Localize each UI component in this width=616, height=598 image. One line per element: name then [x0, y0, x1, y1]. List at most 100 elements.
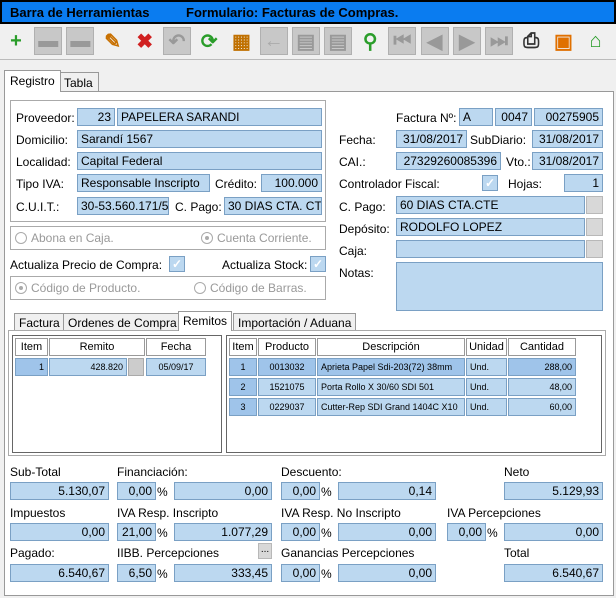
toolbar: + ▬ ▬ ✎ ✖ ↶ ⟳ ▦ ← ▤ ▤ ⚲ ⏮ ◀ ▶ ⏭ ⎙ ▣ ⌂ [0, 24, 616, 60]
notas-textarea[interactable] [396, 262, 603, 311]
productos-cell-cantidad[interactable]: 60,00 [508, 398, 576, 416]
descuento-label: Descuento: [281, 465, 342, 479]
deposito-dropdown-button[interactable] [586, 218, 603, 236]
localidad-field[interactable]: Capital Federal [77, 152, 322, 170]
productos-header-cantidad[interactable]: Cantidad [508, 338, 576, 356]
cai-field[interactable]: 27329260085396 [396, 152, 501, 170]
add-icon[interactable]: + [2, 27, 30, 55]
grid-icon: ▤ [291, 27, 320, 55]
productos-cell-unidad[interactable]: Und. [466, 358, 507, 376]
caja-dropdown-button[interactable] [586, 240, 603, 258]
ganancias-field[interactable]: 0,00 [338, 564, 436, 582]
productos-cell-descripcion[interactable]: Cutter-Rep SDI Grand 1404C X10 [317, 398, 465, 416]
factura-pv-field[interactable]: 0047 [495, 108, 532, 126]
productos-header-item[interactable]: Item [229, 338, 257, 356]
descuento-field[interactable]: 0,14 [338, 482, 436, 500]
cuenta-corriente-radio[interactable]: Cuenta Corriente. [201, 231, 312, 245]
productos-cell-descripcion[interactable]: Porta Rollo X 30/60 SDI 501 [317, 378, 465, 396]
iva-rni-field[interactable]: 0,00 [338, 523, 436, 541]
edit-pencil-icon[interactable]: ✎ [99, 27, 127, 55]
fecha-field[interactable]: 31/08/2017 [396, 130, 467, 148]
back-arrow-icon: ← [259, 27, 288, 55]
productos-cell-item[interactable]: 3 [229, 398, 257, 416]
codigo-producto-radio[interactable]: Código de Producto. [15, 281, 140, 295]
c-pago-right-field[interactable]: 60 DIAS CTA.CTE [396, 196, 585, 214]
iva-percepciones-field[interactable]: 0,00 [504, 523, 603, 541]
productos-cell-cantidad[interactable]: 288,00 [508, 358, 576, 376]
subtab-importacion-aduana[interactable]: Importación / Aduana [233, 313, 357, 331]
c-pago-left-field[interactable]: 30 DIAS CTA. CTE [224, 197, 322, 215]
subdiario-field[interactable]: 31/08/2017 [532, 130, 603, 148]
actualiza-stock-checkbox[interactable]: ✓ [310, 256, 326, 272]
print-icon[interactable]: ⎙ [517, 27, 545, 55]
gift-icon[interactable]: ▣ [549, 27, 577, 55]
abona-caja-radio[interactable]: Abona en Caja. [15, 231, 114, 245]
credito-field[interactable]: 100.000 [261, 174, 322, 192]
productos-cell-producto[interactable]: 0013032 [258, 358, 316, 376]
iva-rni-pct-field[interactable]: 0,00 [281, 523, 320, 541]
cuit-field[interactable]: 30-53.560.171/5 [77, 197, 169, 215]
deposito-field[interactable]: RODOLFO LOPEZ [396, 218, 585, 236]
iva-percepciones-pct-field[interactable]: 0,00 [447, 523, 486, 541]
tipo-iva-field[interactable]: Responsable Inscripto [77, 174, 210, 192]
productos-header-producto[interactable]: Producto [258, 338, 316, 356]
subtab-ordenes-compra[interactable]: Ordenes de Compra [63, 313, 182, 331]
productos-cell-unidad[interactable]: Und. [466, 398, 507, 416]
financiacion-field[interactable]: 0,00 [174, 482, 272, 500]
controlador-fiscal-checkbox[interactable]: ✓ [482, 175, 498, 191]
cuenta-corriente-label: Cuenta Corriente. [217, 231, 312, 245]
financiacion-pct-field[interactable]: 0,00 [117, 482, 156, 500]
iva-ri-pct-field[interactable]: 21,00 [117, 523, 156, 541]
c-pago-dropdown-button[interactable] [586, 196, 603, 214]
delete-save-icon[interactable]: ✖ [131, 27, 159, 55]
fecha-label: Fecha: [339, 133, 376, 147]
codigo-barras-radio[interactable]: Código de Barras. [194, 281, 307, 295]
tab-tabla[interactable]: Tabla [58, 72, 99, 92]
ganancias-pct-field[interactable]: 0,00 [281, 564, 320, 582]
subtab-remitos[interactable]: Remitos [178, 311, 233, 331]
subtotal-label: Sub-Total [10, 465, 61, 479]
remitos-header-fecha[interactable]: Fecha [146, 338, 206, 356]
tab-registro[interactable]: Registro [4, 70, 61, 92]
search-icon[interactable]: ⚲ [356, 27, 384, 55]
factura-tipo-field[interactable]: A [459, 108, 493, 126]
film-icon[interactable]: ▦ [227, 27, 255, 55]
productos-cell-cantidad[interactable]: 48,00 [508, 378, 576, 396]
remitos-header-item[interactable]: Item [15, 338, 48, 356]
proveedor-code-field[interactable]: 23 [77, 108, 115, 126]
remitos-cell-remito[interactable]: 428.820 [49, 358, 127, 376]
remitos-header-remito[interactable]: Remito [49, 338, 145, 356]
subtab-factura[interactable]: Factura [14, 313, 65, 331]
hojas-field[interactable]: 1 [564, 174, 603, 192]
iibb-field[interactable]: 333,45 [174, 564, 272, 582]
iibb-percepciones-label: IIBB. Percepciones [117, 546, 220, 560]
productos-cell-item[interactable]: 1 [229, 358, 257, 376]
title-right: Formulario: Facturas de Compras. [186, 5, 399, 20]
productos-cell-producto[interactable]: 1521075 [258, 378, 316, 396]
caja-field[interactable] [396, 240, 585, 258]
financiacion-pct-sign: % [157, 485, 168, 499]
iibb-pct-field[interactable]: 6,50 [117, 564, 156, 582]
remitos-cell-item[interactable]: 1 [15, 358, 48, 376]
descuento-pct-field[interactable]: 0,00 [281, 482, 320, 500]
remitos-cell-fecha[interactable]: 05/09/17 [146, 358, 206, 376]
codigo-barras-label: Código de Barras. [210, 281, 307, 295]
iibb-ellipsis-button[interactable]: ... [258, 543, 272, 559]
ganancias-percepciones-label: Ganancias Percepciones [281, 546, 415, 560]
productos-cell-producto[interactable]: 0229037 [258, 398, 316, 416]
vto-field[interactable]: 31/08/2017 [532, 152, 603, 170]
productos-cell-item[interactable]: 2 [229, 378, 257, 396]
productos-cell-unidad[interactable]: Und. [466, 378, 507, 396]
productos-header-descripcion[interactable]: Descripción [317, 338, 465, 356]
productos-grid: Item Producto Descripción Unidad Cantida… [226, 335, 602, 453]
refresh-icon[interactable]: ⟳ [195, 27, 223, 55]
actualiza-precio-checkbox[interactable]: ✓ [169, 256, 185, 272]
productos-cell-descripcion[interactable]: Aprieta Papel Sdi-203(72) 38mm [317, 358, 465, 376]
domicilio-field[interactable]: Sarandí 1567 [77, 130, 322, 148]
remitos-lookup-button[interactable] [128, 358, 144, 376]
home-icon[interactable]: ⌂ [582, 27, 610, 55]
factura-num-field[interactable]: 00275905 [534, 108, 603, 126]
productos-header-unidad[interactable]: Unidad [466, 338, 507, 356]
proveedor-name-field[interactable]: PAPELERA SARANDI [117, 108, 322, 126]
iva-ri-field[interactable]: 1.077,29 [174, 523, 272, 541]
